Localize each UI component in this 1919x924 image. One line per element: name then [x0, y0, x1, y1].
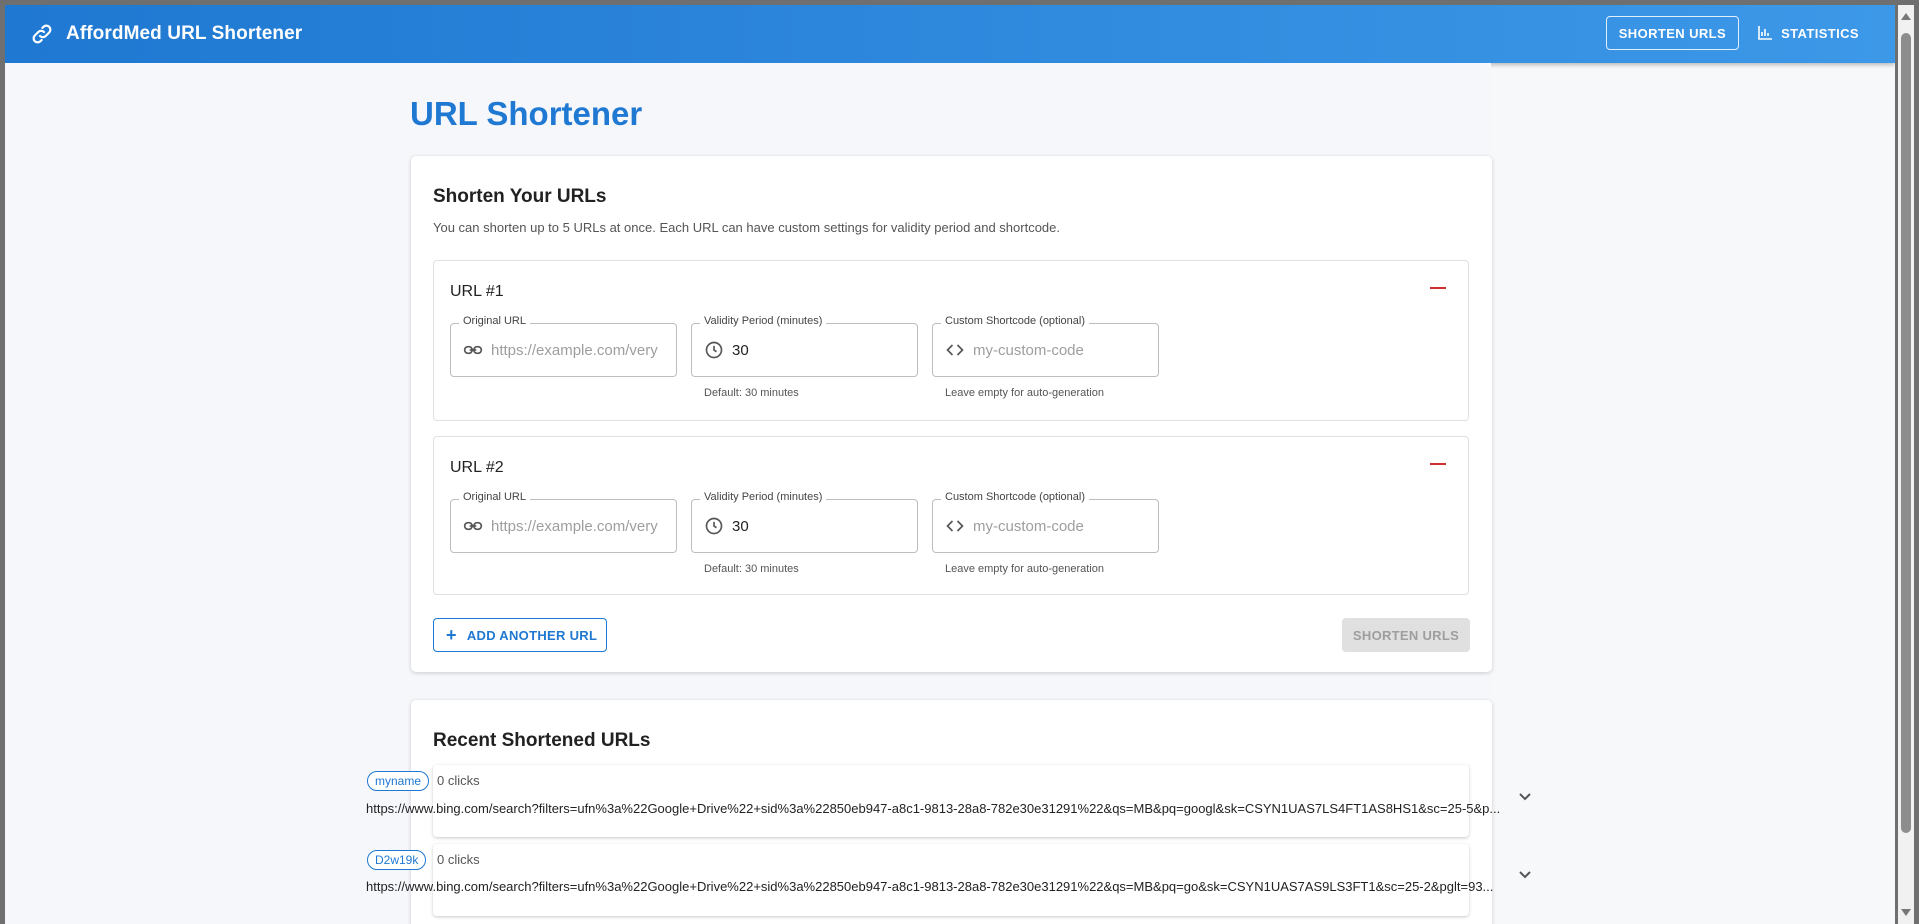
chevron-down-icon[interactable] [1517, 788, 1533, 804]
click-count: 0 clicks [437, 773, 480, 788]
shortcode-input[interactable] [973, 517, 1158, 535]
clock-icon [704, 339, 724, 361]
nav-shorten-urls-button[interactable]: SHORTEN URLS [1605, 16, 1740, 50]
url-entry-label: URL #1 [450, 283, 504, 300]
shortcode-field[interactable]: Custom Shortcode (optional) [932, 491, 1159, 553]
original-url-field[interactable]: Original URL [450, 491, 677, 553]
url-entry-1: URL #1 Original URL Validity Period (min… [433, 260, 1469, 421]
shorten-card-description: You can shorten up to 5 URLs at once. Ea… [433, 220, 1061, 235]
validity-helper-text: Default: 30 minutes [704, 563, 799, 575]
browser-viewport: AffordMed URL Shortener SHORTEN URLS STA… [5, 5, 1895, 924]
link-icon [28, 20, 56, 48]
original-url-text: https://www.bing.com/search?filters=ufn%… [366, 801, 1501, 816]
scroll-down-arrow-icon[interactable] [1901, 909, 1911, 916]
scroll-up-arrow-icon[interactable] [1901, 13, 1911, 20]
add-another-url-label: ADD ANOTHER URL [466, 627, 598, 643]
page-title: URL Shortener [410, 95, 643, 132]
app-bar: AffordMed URL Shortener SHORTEN URLS STA… [5, 5, 1895, 63]
url-entry-2: URL #2 Original URL Validity Period (min… [433, 436, 1469, 595]
field-legend: Original URL [459, 491, 530, 503]
field-legend: Original URL [459, 315, 530, 327]
shortcode-helper-text: Leave empty for auto-generation [945, 387, 1104, 399]
code-icon [945, 339, 965, 361]
submit-label: SHORTEN URLS [1352, 627, 1460, 643]
shorten-urls-submit-button[interactable]: SHORTEN URLS [1342, 618, 1470, 652]
chevron-down-icon[interactable] [1517, 866, 1533, 882]
app-title: AffordMed URL Shortener [66, 23, 303, 44]
field-legend: Validity Period (minutes) [700, 315, 827, 327]
scroll-thumb[interactable] [1901, 33, 1911, 833]
nav-statistics-label: STATISTICS [1781, 25, 1859, 41]
plus-icon: + [446, 625, 457, 645]
bar-chart-icon [1757, 25, 1773, 41]
shortcode-input[interactable] [973, 341, 1158, 359]
original-url-field[interactable]: Original URL [450, 315, 677, 377]
remove-url-button[interactable] [1430, 287, 1446, 289]
original-url-input[interactable] [491, 341, 676, 359]
recent-urls-title: Recent Shortened URLs [433, 730, 651, 751]
validity-field[interactable]: Validity Period (minutes) [691, 315, 918, 377]
validity-field[interactable]: Validity Period (minutes) [691, 491, 918, 553]
nav-statistics-button[interactable]: STATISTICS [1745, 16, 1871, 50]
validity-helper-text: Default: 30 minutes [704, 387, 799, 399]
field-legend: Validity Period (minutes) [700, 491, 827, 503]
brand[interactable]: AffordMed URL Shortener [28, 20, 302, 48]
link-icon [463, 515, 483, 537]
top-nav: SHORTEN URLS STATISTICS [1605, 16, 1871, 50]
remove-url-button[interactable] [1430, 463, 1446, 465]
shorten-card: Shorten Your URLs You can shorten up to … [411, 156, 1492, 672]
link-icon [463, 339, 483, 361]
shortcode-chip: myname [367, 771, 430, 791]
validity-input[interactable] [732, 341, 917, 359]
clock-icon [704, 515, 724, 537]
shortcode-chip: D2w19k [367, 850, 427, 870]
validity-input[interactable] [732, 517, 917, 535]
field-legend: Custom Shortcode (optional) [941, 315, 1090, 327]
original-url-text: https://www.bing.com/search?filters=ufn%… [366, 879, 1494, 894]
original-url-input[interactable] [491, 517, 676, 535]
click-count: 0 clicks [437, 852, 480, 867]
nav-shorten-urls-label: SHORTEN URLS [1618, 25, 1727, 41]
shorten-card-title: Shorten Your URLs [433, 186, 607, 207]
shortcode-helper-text: Leave empty for auto-generation [945, 563, 1104, 575]
url-entry-label: URL #2 [450, 459, 504, 476]
shortcode-field[interactable]: Custom Shortcode (optional) [932, 315, 1159, 377]
add-another-url-button[interactable]: + ADD ANOTHER URL [433, 618, 607, 652]
field-legend: Custom Shortcode (optional) [941, 491, 1090, 503]
code-icon [945, 515, 965, 537]
vertical-scrollbar[interactable] [1898, 5, 1914, 924]
